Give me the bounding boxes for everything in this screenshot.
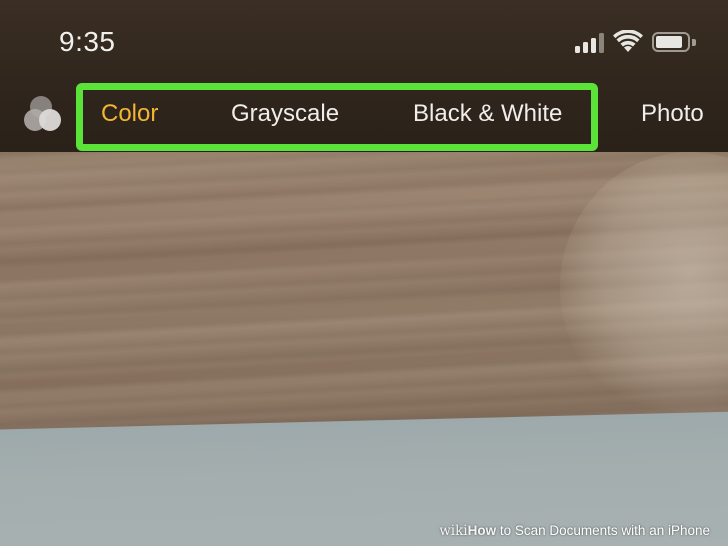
filter-option-black-white[interactable]: Black & White	[413, 100, 562, 128]
filters-toggle-icon[interactable]	[22, 96, 68, 136]
wikihow-caption: wikiHow to Scan Documents with an iPhone	[435, 520, 716, 542]
battery-icon	[652, 32, 698, 54]
scanner-screen: 9:35 Color Grayscale Black & White Photo…	[0, 0, 728, 546]
caption-title: to Scan Documents with an iPhone	[496, 523, 710, 538]
caption-brand-how: How	[467, 523, 497, 538]
filter-bar: Color Grayscale Black & White Photo	[0, 82, 728, 152]
caption-brand-wiki: wiki	[439, 523, 468, 539]
filter-option-grayscale[interactable]: Grayscale	[231, 100, 339, 128]
wifi-icon	[613, 30, 643, 52]
filter-option-color[interactable]: Color	[101, 100, 158, 128]
camera-viewfinder[interactable]	[0, 152, 728, 546]
status-time: 9:35	[59, 26, 116, 57]
cellular-signal-icon	[575, 33, 605, 53]
filter-option-photo[interactable]: Photo	[641, 100, 704, 128]
top-bar: 9:35 Color Grayscale Black & White Photo	[0, 0, 728, 152]
status-bar: 9:35	[0, 0, 728, 80]
